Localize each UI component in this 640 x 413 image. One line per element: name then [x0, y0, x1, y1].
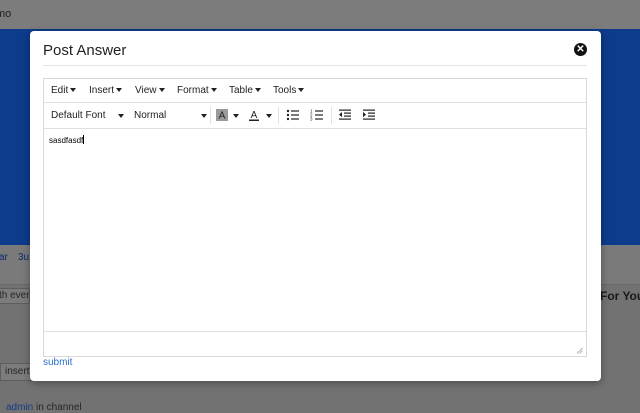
svg-text:3: 3: [310, 117, 313, 122]
chevron-down-icon: [254, 88, 261, 92]
menu-view[interactable]: View: [135, 85, 165, 96]
menu-edit-label: Edit: [51, 85, 69, 96]
toolbar-divider: [278, 107, 279, 124]
chevron-down-icon: [158, 88, 165, 92]
highlight-color-icon[interactable]: A: [215, 108, 229, 122]
resize-handle-icon[interactable]: [576, 347, 583, 354]
editor-menubar: Edit Insert View Format Table Tools: [44, 79, 586, 103]
text-color-icon[interactable]: A: [247, 108, 261, 122]
font-size-value: Normal: [134, 110, 167, 121]
background-user-link: admin: [6, 402, 34, 413]
chevron-down-icon: [118, 114, 124, 118]
bullet-list-icon[interactable]: [286, 108, 300, 122]
background-search-input: th every: [0, 288, 30, 304]
modal-title: Post Answer: [43, 42, 127, 59]
chevron-down-icon: [116, 88, 123, 92]
font-size-select[interactable]: Normal: [134, 110, 207, 121]
svg-text:A: A: [219, 111, 226, 122]
menu-format-label: Format: [177, 85, 209, 96]
menu-table[interactable]: Table: [229, 85, 261, 96]
editor-content-area[interactable]: sasdfasdf: [49, 135, 85, 145]
background-tab-1: ar: [0, 252, 8, 263]
menu-format[interactable]: Format: [177, 85, 217, 96]
text-color-dropdown[interactable]: [266, 114, 272, 118]
editor-text: sasdfasdf: [49, 136, 84, 145]
post-answer-modal: Post Answer ✕ Edit Insert View Format Ta…: [30, 31, 601, 381]
svg-text:A: A: [251, 110, 258, 121]
editor-statusbar: [44, 331, 586, 357]
menu-insert[interactable]: Insert: [89, 85, 123, 96]
close-icon[interactable]: ✕: [574, 43, 587, 56]
toolbar-divider: [210, 107, 211, 124]
background-topbar: mo: [0, 0, 640, 29]
background-side-heading: For You: [600, 289, 640, 303]
background-post-meta: admin in channel: [6, 402, 82, 413]
chevron-down-icon: [210, 88, 217, 92]
menu-edit[interactable]: Edit: [51, 85, 77, 96]
chevron-down-icon: [70, 88, 77, 92]
menu-tools[interactable]: Tools: [273, 85, 305, 96]
chevron-down-icon: [201, 114, 207, 118]
menu-view-label: View: [135, 85, 157, 96]
text-cursor: [83, 135, 85, 144]
numbered-list-icon[interactable]: 1 2 3: [310, 108, 324, 122]
rich-text-editor: Edit Insert View Format Table Tools Defa…: [43, 78, 587, 357]
app-title: mo: [0, 8, 12, 20]
toolbar-divider: [331, 107, 332, 124]
modal-divider: [43, 65, 587, 66]
font-family-select[interactable]: Default Font: [51, 110, 124, 121]
menu-table-label: Table: [229, 85, 253, 96]
editor-toolbar: Default Font Normal A A 1 2 3: [44, 103, 586, 129]
chevron-down-icon: [298, 88, 305, 92]
outdent-icon[interactable]: [338, 108, 352, 122]
submit-button[interactable]: submit: [43, 357, 72, 368]
font-family-value: Default Font: [51, 110, 106, 121]
background-tab-2: 3u: [18, 252, 30, 263]
menu-insert-label: Insert: [89, 85, 115, 96]
background-meta-text: in channel: [36, 402, 82, 413]
menu-tools-label: Tools: [273, 85, 297, 96]
indent-icon[interactable]: [362, 108, 376, 122]
highlight-color-dropdown[interactable]: [233, 114, 239, 118]
